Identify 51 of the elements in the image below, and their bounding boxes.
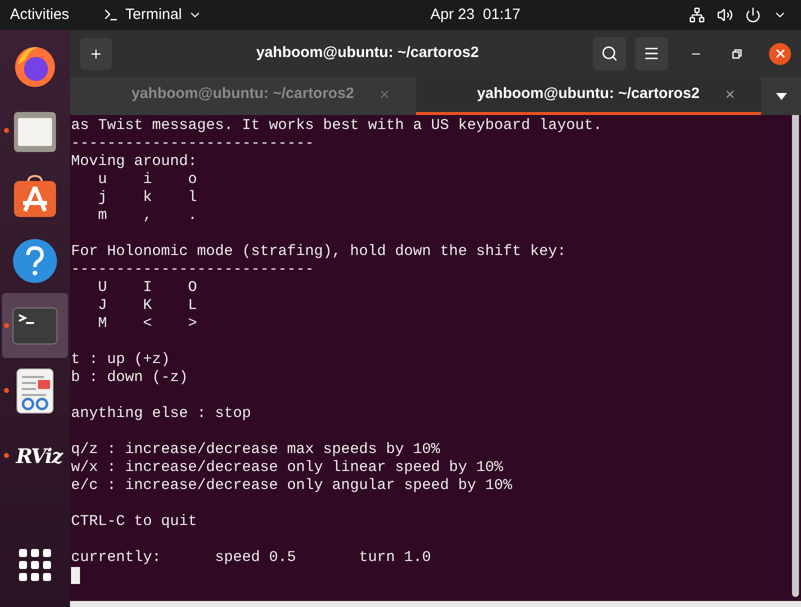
running-indicator bbox=[4, 453, 9, 458]
terminal-line: m , . bbox=[97, 207, 198, 225]
shopping-bag-icon bbox=[12, 172, 58, 218]
close-icon bbox=[774, 47, 786, 60]
terminal-tab[interactable]: yahboom@ubuntu: ~/cartoros2 × bbox=[416, 77, 761, 115]
window-title: yahboom@ubuntu: ~/cartoros2 bbox=[255, 43, 480, 64]
terminal-line: b : down (-z) bbox=[71, 369, 188, 387]
terminal-line: e/c : increase/decrease only angular speed by 10% bbox=[71, 477, 512, 495]
search-button[interactable] bbox=[593, 37, 626, 70]
terminal-line: as Twist messages. It works best with a US keyboard layout. bbox=[71, 117, 602, 135]
rviz-logo: RViz bbox=[16, 442, 62, 470]
terminal-line: J K L bbox=[97, 297, 198, 315]
terminal-line: --------------------------- bbox=[71, 135, 314, 153]
tab-close-button[interactable]: × bbox=[725, 82, 735, 108]
close-button[interactable] bbox=[769, 42, 791, 64]
dropdown-caret-icon[interactable] bbox=[776, 92, 786, 100]
terminal-line: u i o bbox=[97, 171, 198, 189]
terminal-line: w/x : increase/decrease only linear speed by 10% bbox=[71, 459, 504, 477]
terminal-line: q/z : increase/decrease max speeds by 10% bbox=[71, 441, 440, 459]
plus-icon bbox=[89, 46, 103, 60]
help-icon bbox=[12, 238, 58, 284]
search-icon bbox=[601, 45, 618, 62]
clock[interactable]: Apr 23 01:17 bbox=[430, 4, 520, 26]
activities-button[interactable]: Activities bbox=[10, 4, 70, 26]
dock-item[interactable]: RViz bbox=[2, 423, 68, 488]
terminal-line: j k l bbox=[97, 189, 198, 207]
scrollbar[interactable] bbox=[792, 115, 798, 597]
restore-icon[interactable] bbox=[732, 48, 742, 58]
terminal-line: currently: speed 0.5 turn 1.0 bbox=[71, 549, 432, 567]
running-indicator bbox=[4, 388, 9, 393]
volume-icon[interactable] bbox=[717, 7, 733, 23]
network-icon[interactable] bbox=[689, 7, 705, 23]
terminal-line: M < > bbox=[97, 315, 198, 333]
terminal-line: Moving around: bbox=[71, 153, 198, 171]
app-menu[interactable]: Terminal bbox=[103, 4, 202, 26]
power-icon[interactable] bbox=[745, 7, 761, 23]
new-tab-button[interactable] bbox=[80, 38, 112, 70]
running-indicator bbox=[4, 128, 9, 133]
terminal-line: U I O bbox=[97, 279, 198, 297]
terminal-line: For Holonomic mode (strafing), hold down the shift key: bbox=[71, 243, 566, 261]
terminal-line: --------------------------- bbox=[71, 261, 314, 279]
terminal-line: CTRL-C to quit bbox=[71, 513, 198, 531]
apps-grid-icon bbox=[19, 548, 51, 580]
terminal-icon bbox=[103, 7, 120, 23]
terminal-line: t : up (+z) bbox=[71, 351, 170, 369]
menu-icon bbox=[643, 45, 660, 62]
terminal-icon bbox=[12, 306, 58, 344]
menu-button[interactable] bbox=[635, 37, 668, 70]
document-glasses-icon bbox=[16, 368, 54, 414]
running-indicator bbox=[4, 323, 9, 328]
terminal-line: anything else : stop bbox=[71, 405, 252, 423]
